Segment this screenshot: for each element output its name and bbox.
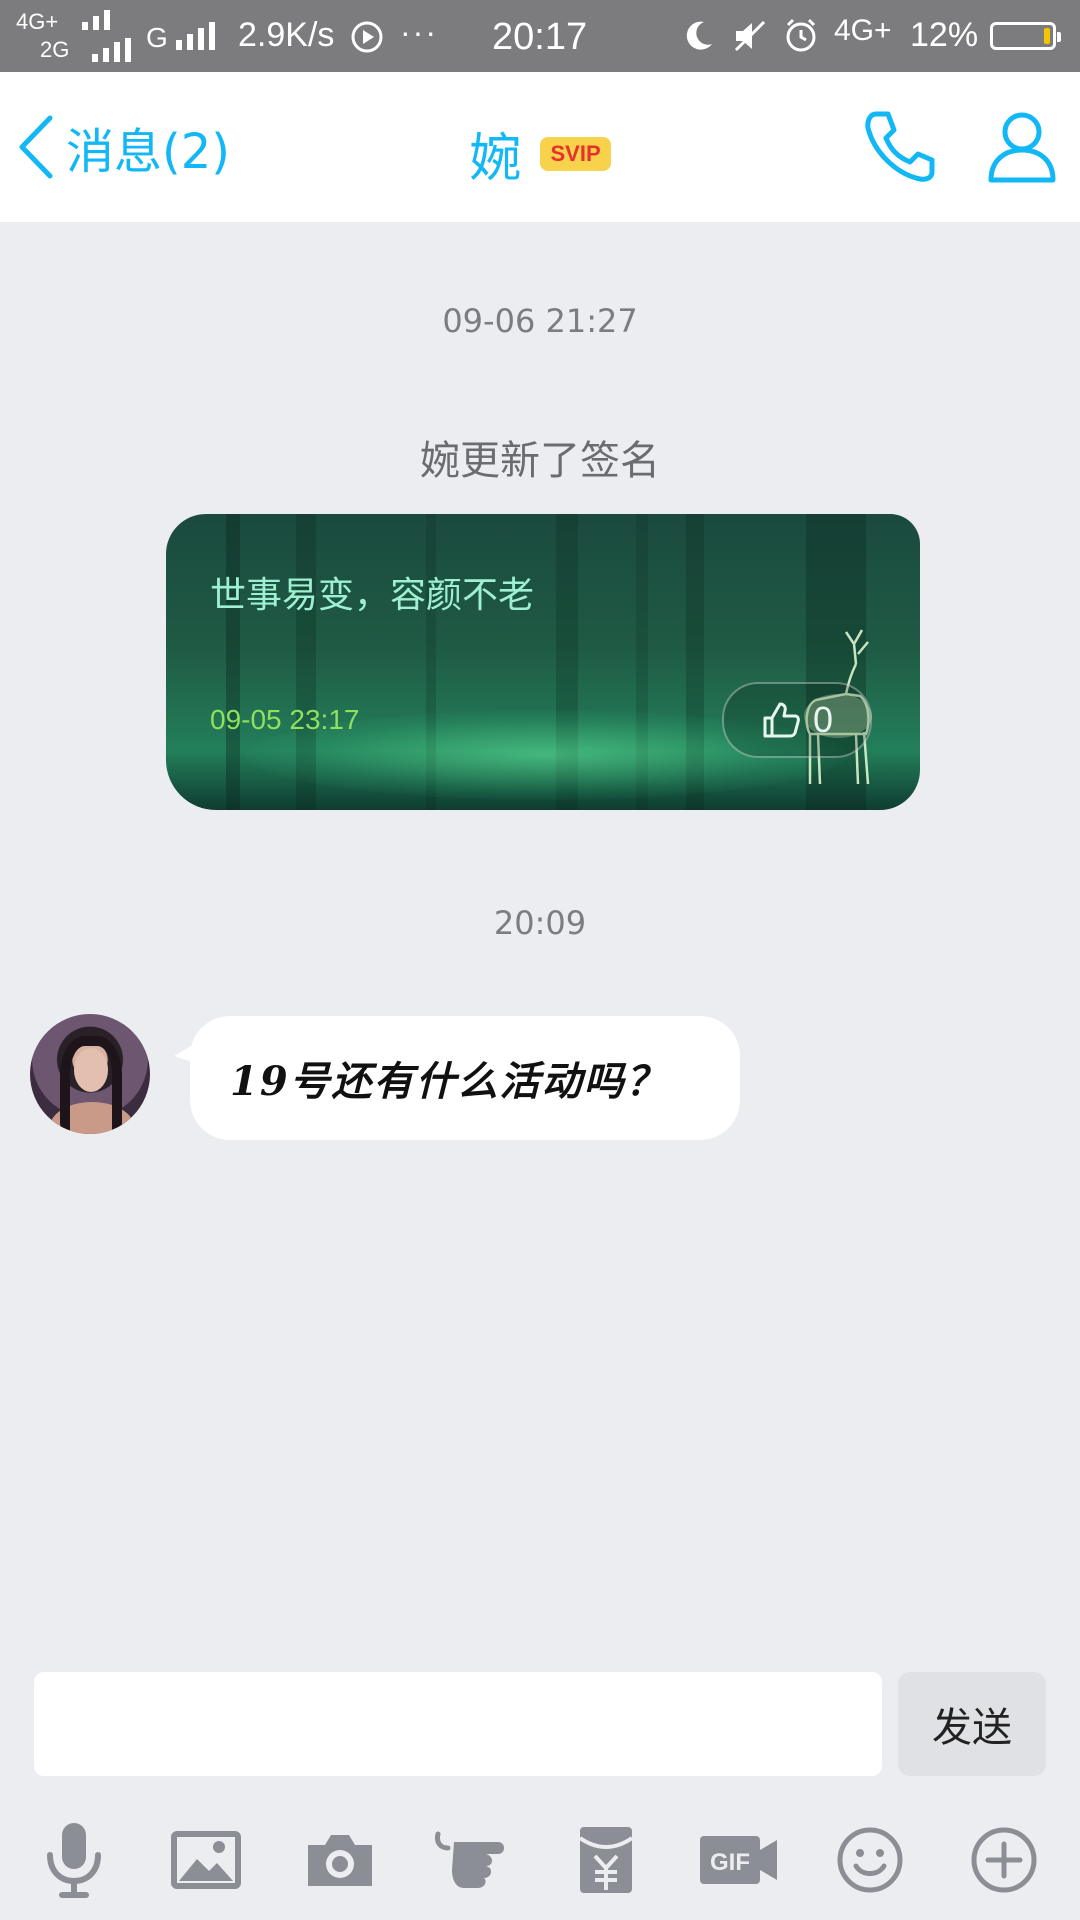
thumbs-up-icon xyxy=(763,702,800,738)
contact-avatar[interactable] xyxy=(30,1014,150,1134)
profile-icon[interactable] xyxy=(986,108,1058,184)
gif-icon: GIF xyxy=(700,1836,777,1884)
media-play-icon xyxy=(351,21,383,53)
moon-icon xyxy=(686,21,712,50)
network-type-primary: 4G+ xyxy=(16,9,59,34)
emoji-button[interactable] xyxy=(830,1820,910,1900)
chat-bubble[interactable]: 19号还有什么活动吗？ xyxy=(174,1016,740,1140)
battery-icon xyxy=(990,22,1061,50)
signature-card[interactable]: 世事易变，容颜不老 09-05 23:17 0 xyxy=(166,514,920,810)
network-g: G xyxy=(146,22,168,53)
phone-icon[interactable] xyxy=(862,108,938,184)
mute-icon xyxy=(734,20,766,52)
network-4g: 4G+ xyxy=(834,14,892,47)
contact-name[interactable]: 婉 xyxy=(469,129,521,189)
poke-hand-icon xyxy=(435,1831,504,1888)
more-button[interactable] xyxy=(964,1820,1044,1900)
message-timestamp: 20:09 xyxy=(493,904,587,942)
camera-button[interactable] xyxy=(300,1820,380,1900)
clock: 20:17 xyxy=(492,16,588,58)
svg-text:GIF: GIF xyxy=(710,1849,750,1876)
network-type-secondary: 2G xyxy=(40,37,70,62)
like-button[interactable]: 0 xyxy=(722,682,872,758)
message-input[interactable] xyxy=(34,1672,882,1776)
signature-date: 09-05 23:17 xyxy=(210,704,360,735)
gif-button[interactable]: GIF xyxy=(694,1820,784,1900)
red-packet-icon xyxy=(578,1827,634,1893)
avatar-face xyxy=(74,1048,108,1092)
image-icon xyxy=(171,1831,241,1889)
send-button[interactable]: 发送 xyxy=(898,1672,1046,1776)
signature-text: 世事易变，容颜不老 xyxy=(210,575,535,616)
chat-header: 消息(2) 婉 SVIP xyxy=(0,72,1080,222)
more-indicators: ··· xyxy=(400,14,438,50)
poke-button[interactable] xyxy=(432,1820,522,1900)
camera-icon xyxy=(308,1835,372,1886)
emoji-icon xyxy=(837,1827,903,1893)
signal-icon xyxy=(92,38,131,62)
voice-button[interactable] xyxy=(34,1820,114,1900)
input-toolbar: GIF xyxy=(0,1820,1080,1900)
microphone-icon xyxy=(47,1823,101,1898)
like-count: 0 xyxy=(812,699,834,740)
red-packet-button[interactable] xyxy=(566,1820,646,1900)
system-notice: 婉更新了签名 xyxy=(420,438,660,484)
signal-icon xyxy=(176,22,215,50)
network-speed: 2.9K/s xyxy=(238,16,335,54)
signal-icon xyxy=(82,10,110,30)
status-bar: 4G+ 2G G 2.9K/s ··· 20:17 4G+ 12% xyxy=(0,0,1080,72)
plus-icon xyxy=(971,1827,1037,1893)
message-timestamp: 09-06 21:27 xyxy=(442,302,638,340)
battery-level xyxy=(1044,28,1050,44)
battery-percentage: 12% xyxy=(910,16,979,54)
card-tree xyxy=(226,514,240,810)
chat-message-text: 19号还有什么活动吗？ xyxy=(230,1058,668,1105)
alarm-icon xyxy=(786,18,816,52)
image-button[interactable] xyxy=(166,1820,246,1900)
network-type: 4G+ 2G xyxy=(16,8,69,64)
svip-badge: SVIP xyxy=(540,136,611,171)
